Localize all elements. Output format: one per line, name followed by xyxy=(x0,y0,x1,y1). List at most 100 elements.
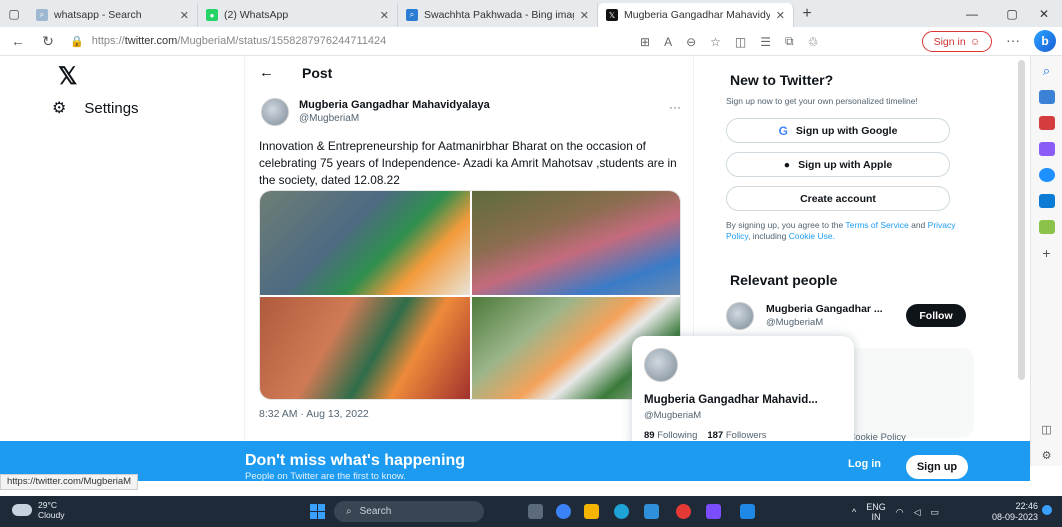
window-close-icon[interactable]: ✕ xyxy=(1024,0,1062,27)
author-name[interactable]: Mugberia Gangadhar Mahavidyalaya xyxy=(299,99,490,111)
tab-twitter-post[interactable]: 𝕏 Mugberia Gangadhar Mahavidy ✕ xyxy=(598,3,794,27)
sidebar-settings-icon[interactable]: ⚙ xyxy=(1039,448,1055,462)
avatar[interactable] xyxy=(726,302,754,330)
volume-icon[interactable]: ◁ xyxy=(914,507,921,518)
task-view-icon[interactable] xyxy=(528,504,543,519)
windows-taskbar: 29°C Cloudy ⌕ Search ^ ENG IN ◠ ◁ ▭ 22:4… xyxy=(0,496,1062,527)
edge-sidebar: ⌕ + ◫ ⚙ xyxy=(1030,56,1062,466)
app-icon-blue[interactable] xyxy=(740,504,755,519)
tweet-photo-1[interactable] xyxy=(260,191,470,295)
url-field[interactable]: 🔒 https://twitter.com/MugberiaM/status/1… xyxy=(70,30,610,52)
tab-label: Mugberia Gangadhar Mahavidy xyxy=(624,9,770,21)
favorites-icon[interactable]: ☰ xyxy=(760,35,771,49)
followers-label: Followers xyxy=(725,430,767,441)
author-handle[interactable]: @MugberiaM xyxy=(299,113,359,124)
taskbar-search[interactable]: ⌕ Search xyxy=(334,501,484,522)
sidebar-outlook-icon[interactable] xyxy=(1038,194,1055,208)
tab-label: Swachhta Pakhwada - Bing imag xyxy=(424,9,574,21)
close-icon[interactable]: ✕ xyxy=(380,9,389,22)
browser-signin-button[interactable]: Sign in ☺ xyxy=(922,31,992,52)
hovercard-handle[interactable]: @MugberiaM xyxy=(644,410,701,421)
clock-time: 22:46 xyxy=(1015,501,1039,511)
app-icon-purple[interactable] xyxy=(706,504,721,519)
zoom-icon[interactable]: ⊖ xyxy=(686,35,696,49)
signup-google-button[interactable]: G Sign up with Google xyxy=(726,118,950,143)
refresh-icon[interactable]: ↻ xyxy=(36,29,60,53)
read-aloud-icon[interactable]: A xyxy=(664,35,672,49)
relevant-person-name[interactable]: Mugberia Gangadhar ... xyxy=(766,303,883,315)
follow-button[interactable]: Follow xyxy=(906,304,966,327)
post-header: ← Post xyxy=(259,64,332,81)
favorite-star-icon[interactable]: ☆ xyxy=(710,35,721,49)
sidebar-hide-icon[interactable]: ◫ xyxy=(1039,422,1055,436)
edge-icon[interactable] xyxy=(614,504,629,519)
page-scrollbar[interactable] xyxy=(1018,60,1025,380)
avatar[interactable] xyxy=(644,348,678,382)
app-available-icon[interactable]: ⊞ xyxy=(640,35,650,49)
chevron-up-icon[interactable]: ^ xyxy=(852,507,856,517)
collections-icon[interactable]: ⧉ xyxy=(785,34,794,49)
weather-widget[interactable]: 29°C Cloudy xyxy=(12,500,64,520)
windows-start-icon[interactable] xyxy=(310,504,325,519)
x-logo-icon[interactable]: 𝕏 xyxy=(58,62,77,91)
relevant-person-handle[interactable]: @MugberiaM xyxy=(766,317,823,328)
system-tray: ^ ENG IN ◠ ◁ ▭ xyxy=(852,501,939,523)
tweet-timestamp[interactable]: 8:32 AM · Aug 13, 2022 xyxy=(259,408,369,420)
chat-icon[interactable] xyxy=(556,504,571,519)
battery-icon[interactable]: ▭ xyxy=(931,507,940,518)
extensions-icon[interactable]: ♲ xyxy=(808,35,819,49)
taskbar-clock[interactable]: 22:46 08-09-2023 xyxy=(992,501,1038,523)
relevant-person[interactable]: Mugberia Gangadhar ... @MugberiaM Follow xyxy=(726,300,966,334)
tab-actions-icon[interactable]: ▢ xyxy=(0,0,28,27)
followers-stat[interactable]: 187 Followers xyxy=(707,430,766,441)
search-favicon-icon: ⌕ xyxy=(36,9,48,21)
tweet-photo-3[interactable] xyxy=(260,297,470,399)
signup-apple-button[interactable]: ● Sign up with Apple xyxy=(726,152,950,177)
tweet-photo-2[interactable] xyxy=(472,191,680,295)
terms-of-service-link[interactable]: Terms of Service xyxy=(845,220,908,230)
signup-apple-label: Sign up with Apple xyxy=(798,158,893,171)
language-indicator[interactable]: ENG IN xyxy=(866,502,886,522)
file-explorer-icon[interactable] xyxy=(584,504,599,519)
close-icon[interactable]: ✕ xyxy=(180,9,189,22)
sidebar-office-icon[interactable] xyxy=(1038,168,1055,182)
back-arrow-icon[interactable]: ← xyxy=(259,64,274,81)
new-tab-button[interactable]: + xyxy=(794,3,820,27)
bing-copilot-icon[interactable]: b xyxy=(1034,30,1056,52)
tab-whatsapp[interactable]: ● (2) WhatsApp ✕ xyxy=(198,3,398,27)
post-author[interactable]: Mugberia Gangadhar Mahavidyalaya @Mugber… xyxy=(261,98,681,130)
terms-pre: By signing up, you agree to the xyxy=(726,220,844,230)
profile-hover-card[interactable]: Mugberia Gangadhar Mahavid... @MugberiaM… xyxy=(632,336,854,454)
tab-whatsapp-search[interactable]: ⌕ whatsapp - Search ✕ xyxy=(28,3,198,27)
back-arrow-icon[interactable]: ← xyxy=(6,29,30,53)
avatar[interactable] xyxy=(261,98,289,126)
sidebar-search-icon[interactable]: ⌕ xyxy=(1039,63,1055,78)
split-screen-icon[interactable]: ◫ xyxy=(735,35,746,49)
cookie-use-link[interactable]: Cookie Use. xyxy=(789,231,835,241)
nav-settings[interactable]: ⚙ Settings xyxy=(52,98,139,118)
minimize-icon[interactable]: — xyxy=(952,0,992,27)
close-icon[interactable]: ✕ xyxy=(580,9,589,22)
settings-app-icon[interactable] xyxy=(644,504,659,519)
tab-label: (2) WhatsApp xyxy=(224,9,289,21)
more-options-icon[interactable]: ··· xyxy=(1006,32,1020,48)
tweet-media-grid[interactable] xyxy=(259,190,681,400)
tab-bing-images[interactable]: ⌕ Swachhta Pakhwada - Bing imag ✕ xyxy=(398,3,598,27)
wifi-icon[interactable]: ◠ xyxy=(896,507,904,518)
create-account-button[interactable]: Create account xyxy=(726,186,950,211)
signup-button[interactable]: Sign up xyxy=(906,455,968,479)
sidebar-add-icon[interactable]: + xyxy=(1039,245,1055,261)
more-icon[interactable]: ··· xyxy=(669,100,681,114)
hovercard-name[interactable]: Mugberia Gangadhar Mahavid... xyxy=(644,394,818,406)
login-button[interactable]: Log in xyxy=(848,458,881,470)
sidebar-shopping-icon[interactable] xyxy=(1038,90,1055,104)
signin-label: Sign in xyxy=(933,35,966,48)
sidebar-tools-icon[interactable] xyxy=(1038,116,1055,130)
following-stat[interactable]: 89 Following xyxy=(644,430,697,441)
close-icon[interactable]: ✕ xyxy=(776,9,785,22)
app-icon-red[interactable] xyxy=(676,504,691,519)
notification-icon[interactable] xyxy=(1042,505,1052,515)
following-label: Following xyxy=(657,430,698,441)
sidebar-drop-icon[interactable] xyxy=(1038,220,1055,234)
sidebar-games-icon[interactable] xyxy=(1038,142,1055,156)
